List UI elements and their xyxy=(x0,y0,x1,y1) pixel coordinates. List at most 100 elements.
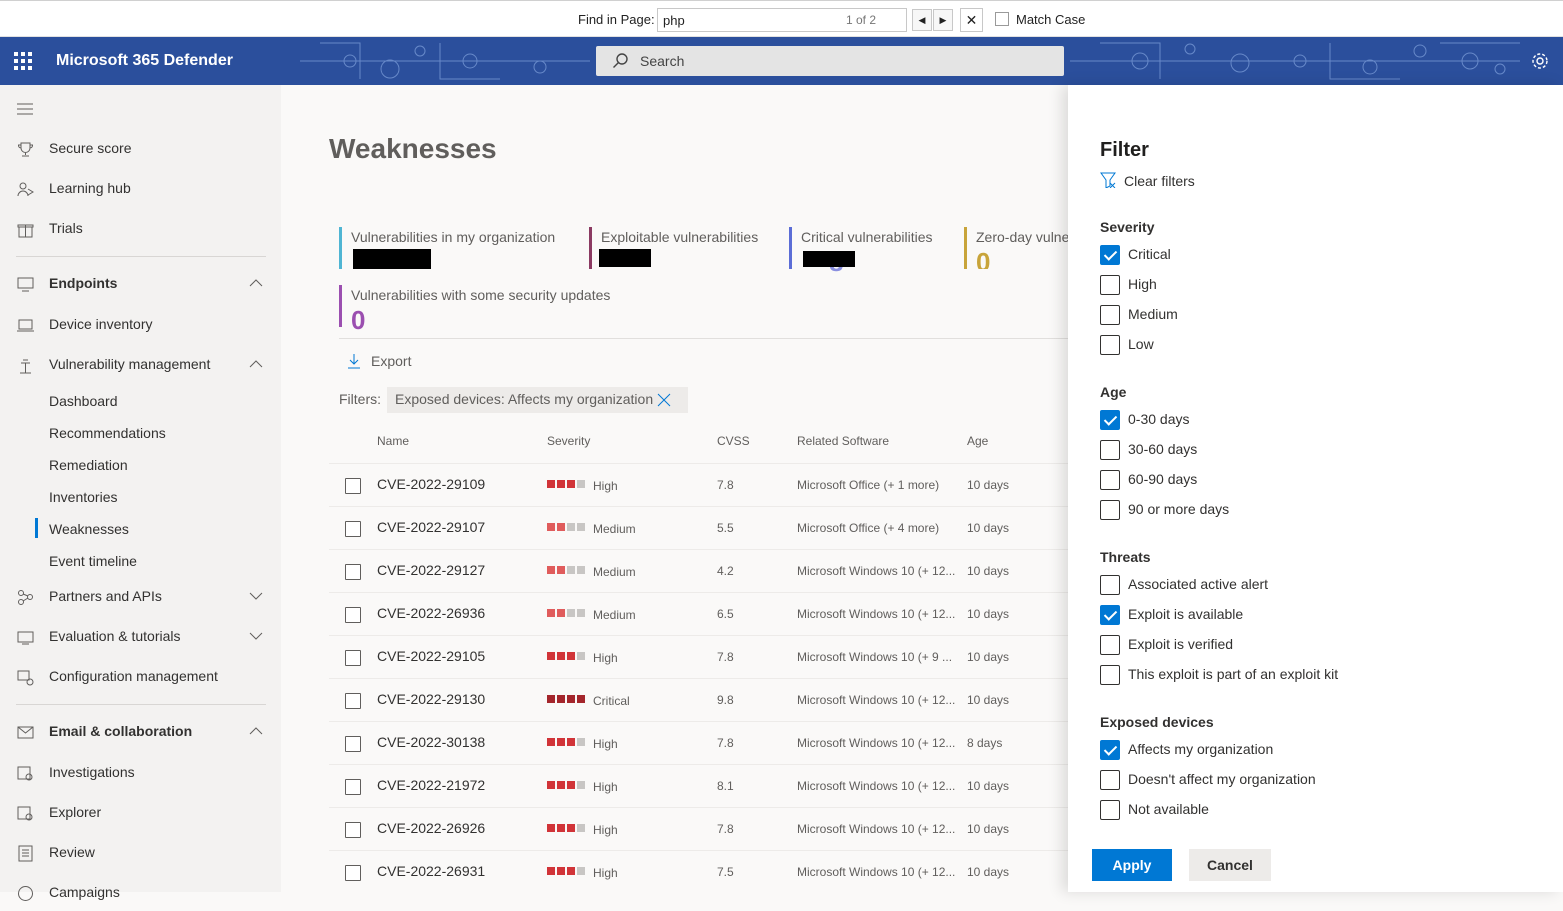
table-row[interactable]: CVE-2022-30138 High 7.8 Microsoft Windows 1… xyxy=(329,721,1068,764)
export-button[interactable]: Export xyxy=(371,353,411,369)
table-row[interactable]: CVE-2022-29109 High 7.8 Microsoft Office (+… xyxy=(329,463,1068,506)
chevron-down-icon[interactable] xyxy=(248,591,264,601)
collapse-menu-icon[interactable] xyxy=(17,102,34,116)
nav-sub-dashboard[interactable]: Dashboard xyxy=(0,385,281,417)
remove-filter-icon[interactable] xyxy=(655,391,673,409)
row-checkbox[interactable] xyxy=(345,865,361,881)
settings-gear-icon[interactable] xyxy=(1530,51,1550,71)
cve-name[interactable]: CVE-2022-21972 xyxy=(377,777,485,793)
column-header-related-software[interactable]: Related Software xyxy=(797,434,889,448)
find-close-button[interactable]: ✕ xyxy=(960,8,983,32)
column-header-severity[interactable]: Severity xyxy=(547,434,590,448)
apply-button[interactable]: Apply xyxy=(1092,849,1172,881)
filter-checkbox[interactable] xyxy=(1100,605,1120,625)
row-checkbox[interactable] xyxy=(345,693,361,709)
nav-sub-remediation[interactable]: Remediation xyxy=(0,449,281,481)
nav-vulnerability-management[interactable]: Vulnerability management xyxy=(0,347,281,383)
app-title[interactable]: Microsoft 365 Defender xyxy=(56,52,233,70)
nav-explorer[interactable]: Explorer xyxy=(0,795,281,831)
download-icon[interactable] xyxy=(347,353,361,369)
metric-security-updates[interactable]: Vulnerabilities with some security updat… xyxy=(339,285,639,335)
row-checkbox[interactable] xyxy=(345,478,361,494)
row-checkbox[interactable] xyxy=(345,521,361,537)
filter-checkbox[interactable] xyxy=(1100,635,1120,655)
find-previous-button[interactable]: ◀ xyxy=(912,9,932,31)
nav-partners-apis[interactable]: Partners and APIs xyxy=(0,579,281,615)
filter-checkbox[interactable] xyxy=(1100,800,1120,820)
match-case-checkbox[interactable] xyxy=(995,12,1009,26)
column-header-name[interactable]: Name xyxy=(377,434,409,448)
filter-checkbox[interactable] xyxy=(1100,410,1120,430)
table-row[interactable]: CVE-2022-21972 High 8.1 Microsoft Windows 1… xyxy=(329,764,1068,807)
chevron-up-icon[interactable] xyxy=(248,726,264,736)
filter-checkbox[interactable] xyxy=(1100,500,1120,520)
nav-email-collaboration[interactable]: Email & collaboration xyxy=(0,714,281,750)
nav-secure-score[interactable]: Secure score xyxy=(0,131,281,167)
filter-checkbox[interactable] xyxy=(1100,440,1120,460)
cve-name[interactable]: CVE-2022-29130 xyxy=(377,691,485,707)
metric-exploitable[interactable]: Exploitable vulnerabilities xyxy=(589,227,779,269)
cve-name[interactable]: CVE-2022-29105 xyxy=(377,648,485,664)
filter-checkbox[interactable] xyxy=(1100,740,1120,760)
filter-checkbox[interactable] xyxy=(1100,335,1120,355)
filter-checkbox[interactable] xyxy=(1100,275,1120,295)
chevron-up-icon[interactable] xyxy=(248,359,264,369)
find-next-button[interactable]: ▶ xyxy=(933,9,953,31)
nav-learning-hub[interactable]: Learning hub xyxy=(0,171,281,207)
nav-sub-event-timeline[interactable]: Event timeline xyxy=(0,545,281,577)
filter-checkbox[interactable] xyxy=(1100,470,1120,490)
nav-investigations[interactable]: Investigations xyxy=(0,755,281,791)
clear-filters-link[interactable]: Clear filters xyxy=(1124,173,1195,189)
cve-name[interactable]: CVE-2022-29107 xyxy=(377,519,485,535)
row-checkbox[interactable] xyxy=(345,779,361,795)
nav-campaigns[interactable]: Campaigns xyxy=(0,875,281,911)
age: 10 days xyxy=(967,779,1010,793)
table-row[interactable]: CVE-2022-26936 Medium 6.5 Microsoft Windows… xyxy=(329,592,1068,635)
nav-review[interactable]: Review xyxy=(0,835,281,871)
table-row[interactable]: CVE-2022-26931 High 7.5 Microsoft Windows 1… xyxy=(329,850,1068,892)
table-row[interactable]: CVE-2022-29127 Medium 4.2 Microsoft Windows… xyxy=(329,549,1068,592)
nav-trials[interactable]: Trials xyxy=(0,211,281,247)
nav-configuration-management[interactable]: Configuration management xyxy=(0,659,281,695)
clear-filter-icon[interactable] xyxy=(1100,172,1116,188)
page-title: Weaknesses xyxy=(329,133,497,164)
nav-sub-recommendations[interactable]: Recommendations xyxy=(0,417,281,449)
filter-checkbox[interactable] xyxy=(1100,770,1120,790)
row-checkbox[interactable] xyxy=(345,607,361,623)
nav-sub-weaknesses[interactable]: Weaknesses xyxy=(0,513,281,545)
column-header-age[interactable]: Age xyxy=(967,434,988,448)
filter-checkbox[interactable] xyxy=(1100,305,1120,325)
chevron-down-icon[interactable] xyxy=(248,631,264,641)
filter-checkbox[interactable] xyxy=(1100,575,1120,595)
row-checkbox[interactable] xyxy=(345,822,361,838)
table-row[interactable]: CVE-2022-29105 High 7.8 Microsoft Windows 1… xyxy=(329,635,1068,678)
find-input[interactable]: php 1 of 2 xyxy=(657,8,907,32)
cve-name[interactable]: CVE-2022-26926 xyxy=(377,820,485,836)
filter-checkbox[interactable] xyxy=(1100,665,1120,685)
active-filter-chip[interactable]: Exposed devices: Affects my organization xyxy=(387,387,688,413)
cve-name[interactable]: CVE-2022-29109 xyxy=(377,476,485,492)
row-checkbox[interactable] xyxy=(345,650,361,666)
filter-checkbox[interactable] xyxy=(1100,245,1120,265)
cve-name[interactable]: CVE-2022-26936 xyxy=(377,605,485,621)
metric-zero-day[interactable]: Zero-day vulne 0 xyxy=(964,227,1068,269)
chevron-up-icon[interactable] xyxy=(248,278,264,288)
table-row[interactable]: CVE-2022-29107 Medium 5.5 Microsoft Office … xyxy=(329,506,1068,549)
cve-name[interactable]: CVE-2022-30138 xyxy=(377,734,485,750)
cancel-button[interactable]: Cancel xyxy=(1189,849,1271,881)
nav-evaluation-tutorials[interactable]: Evaluation & tutorials xyxy=(0,619,281,655)
metric-critical[interactable]: Critical vulnerabilities 8 xyxy=(789,227,959,277)
cve-name[interactable]: CVE-2022-29127 xyxy=(377,562,485,578)
cve-name[interactable]: CVE-2022-26931 xyxy=(377,863,485,879)
nav-endpoints[interactable]: Endpoints xyxy=(0,266,281,302)
table-row[interactable]: CVE-2022-29130 Critical 9.8 Microsoft Windo… xyxy=(329,678,1068,721)
column-header-cvss[interactable]: CVSS xyxy=(717,434,750,448)
table-row[interactable]: CVE-2022-26926 High 7.8 Microsoft Windows 1… xyxy=(329,807,1068,850)
nav-device-inventory[interactable]: Device inventory xyxy=(0,307,281,343)
nav-sub-inventories[interactable]: Inventories xyxy=(0,481,281,513)
app-launcher-icon[interactable] xyxy=(14,52,32,70)
row-checkbox[interactable] xyxy=(345,564,361,580)
row-checkbox[interactable] xyxy=(345,736,361,752)
metric-vulnerabilities-org[interactable]: Vulnerabilities in my organization xyxy=(339,227,579,269)
global-search-input[interactable]: Search xyxy=(596,46,1064,76)
